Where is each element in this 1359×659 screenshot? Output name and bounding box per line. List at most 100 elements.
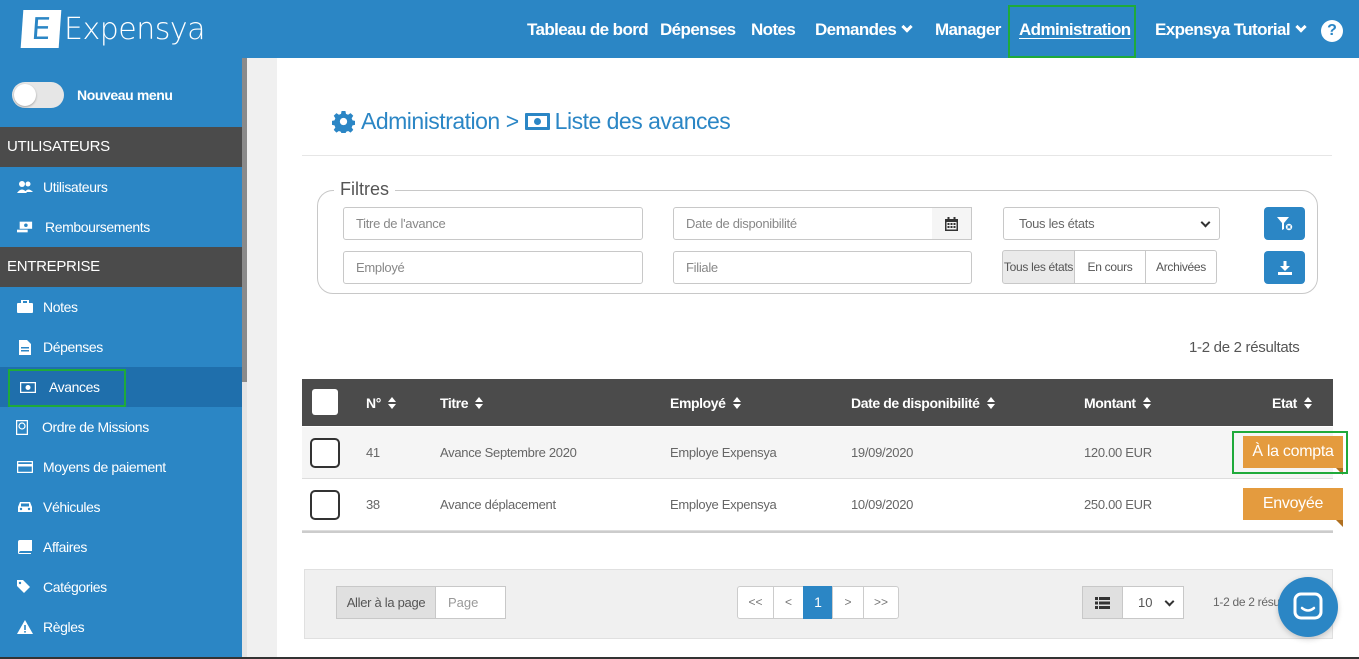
briefcase-icon — [17, 299, 33, 315]
table-row[interactable]: 41 Avance Septembre 2020 Employe Expensy… — [302, 427, 1333, 479]
column-header-date[interactable]: Date de disponibilité — [851, 395, 995, 411]
sidebar-item-label: Remboursements — [45, 219, 150, 235]
column-header-label: Etat — [1272, 395, 1297, 411]
list-icon — [1095, 596, 1110, 609]
sort-icon — [475, 397, 484, 409]
cell-montant: 120.00 EUR — [1084, 445, 1152, 460]
column-header-numero[interactable]: N° — [366, 395, 396, 411]
sidebar-item-remboursements[interactable]: Remboursements — [0, 207, 242, 247]
pagination-bar: Aller à la page Page << < 1 > >> 10 1-2 … — [304, 569, 1333, 639]
sort-icon — [1142, 397, 1151, 409]
export-button[interactable] — [1264, 251, 1305, 284]
cell-employe: Employe Expensya — [670, 497, 777, 512]
breadcrumb-separator: > — [505, 108, 519, 134]
row-checkbox[interactable] — [310, 438, 340, 468]
breadcrumb-current: Liste des avances — [554, 108, 731, 134]
nav-manager[interactable]: Manager — [935, 20, 1001, 40]
sidebar-item-label: Véhicules — [43, 499, 101, 515]
subsidiary-filter-input[interactable]: Filiale — [673, 251, 972, 284]
top-navbar: E Expensya Tableau de bord Dépenses Note… — [0, 0, 1359, 58]
reset-filter-button[interactable] — [1264, 207, 1305, 240]
chevron-down-icon — [1295, 21, 1307, 33]
credit-card-icon — [17, 459, 33, 475]
cell-date: 10/09/2020 — [851, 497, 914, 512]
pagination-count: 1-2 de 2 résu — [1213, 595, 1280, 609]
per-page-select[interactable]: 10 — [1122, 586, 1184, 619]
segment-en-cours[interactable]: En cours — [1074, 250, 1146, 284]
nav-notes[interactable]: Notes — [751, 20, 796, 40]
sidebar-item-utilisateurs[interactable]: Utilisateurs — [0, 167, 242, 207]
sidebar-item-vehicules[interactable]: Véhicules — [0, 487, 242, 527]
sidebar-item-label: Ordre de Missions — [42, 419, 149, 435]
filters-legend: Filtres — [334, 179, 395, 200]
page-1-button[interactable]: 1 — [803, 586, 833, 619]
title-filter-input[interactable]: Titre de l'avance — [343, 207, 643, 240]
segment-archivees[interactable]: Archivées — [1145, 250, 1217, 284]
date-filter-input[interactable]: Date de disponibilité — [673, 207, 933, 240]
book-icon — [17, 539, 33, 555]
sidebar-item-depenses[interactable]: Dépenses — [0, 327, 242, 367]
column-header-label: Titre — [440, 395, 469, 411]
table-row[interactable]: 38 Avance déplacement Employe Expensya 1… — [302, 479, 1333, 531]
segment-tous-les-etats[interactable]: Tous les états — [1002, 250, 1075, 284]
sidebar-item-label: Notes — [43, 299, 78, 315]
employee-filter-input[interactable]: Employé — [343, 251, 643, 284]
goto-page-label: Aller à la page — [336, 586, 436, 619]
sidebar-item-categories[interactable]: Catégories — [0, 567, 242, 607]
sidebar-item-label: Moyens de paiement — [43, 459, 166, 475]
column-header-montant[interactable]: Montant — [1084, 395, 1151, 411]
state-select[interactable]: Tous les états — [1003, 207, 1220, 240]
last-page-button[interactable]: >> — [863, 586, 899, 619]
nav-demandes[interactable]: Demandes — [815, 20, 913, 40]
calendar-icon — [945, 217, 958, 236]
list-view-button[interactable] — [1082, 586, 1123, 619]
chat-launcher-button[interactable] — [1278, 577, 1338, 637]
new-menu-label: Nouveau menu — [77, 87, 173, 103]
first-page-button[interactable]: << — [737, 586, 774, 619]
sidebar: Nouveau menu UTILISATEURS Utilisateurs R… — [0, 58, 242, 659]
chevron-down-icon — [901, 21, 913, 33]
logo-mark: E — [20, 10, 62, 48]
prev-page-button[interactable]: < — [773, 586, 804, 619]
sidebar-scrollbar[interactable] — [242, 58, 247, 382]
highlight-box — [8, 369, 126, 407]
new-menu-toggle[interactable] — [12, 82, 64, 108]
chevron-down-icon — [1164, 596, 1175, 607]
sidebar-item-regles[interactable]: Règles — [0, 607, 242, 647]
sidebar-item-moyens-de-paiement[interactable]: Moyens de paiement — [0, 447, 242, 487]
column-header-titre[interactable]: Titre — [440, 395, 484, 411]
nav-tableau-de-bord[interactable]: Tableau de bord — [527, 20, 649, 40]
car-icon — [17, 499, 33, 515]
state-select-value: Tous les états — [1019, 216, 1095, 231]
page-input[interactable]: Page — [435, 586, 506, 619]
cell-titre: Avance Septembre 2020 — [440, 445, 577, 460]
sidebar-item-ordre-de-missions[interactable]: Ordre de Missions — [0, 407, 242, 447]
expensya-logo[interactable]: E Expensya — [20, 10, 206, 48]
divider — [302, 531, 1333, 533]
cell-date: 19/09/2020 — [851, 445, 914, 460]
select-all-checkbox[interactable] — [312, 389, 338, 415]
sidebar-item-notes[interactable]: Notes — [0, 287, 242, 327]
refund-icon — [17, 219, 33, 235]
row-checkbox[interactable] — [310, 490, 340, 520]
breadcrumb-root[interactable]: Administration — [361, 108, 500, 135]
per-page-value: 10 — [1138, 595, 1153, 610]
nav-demandes-label: Demandes — [815, 20, 897, 39]
chat-icon — [1293, 592, 1323, 622]
section-header-utilisateurs: UTILISATEURS — [0, 127, 242, 167]
column-header-label: Employé — [670, 395, 726, 411]
warning-icon — [17, 619, 33, 635]
help-icon[interactable]: ? — [1321, 20, 1343, 42]
column-header-employe[interactable]: Employé — [670, 395, 741, 411]
page-title: Administration > Liste des avances — [332, 108, 731, 135]
nav-tutorial-label: Expensya Tutorial — [1155, 20, 1291, 39]
nav-expensya-tutorial[interactable]: Expensya Tutorial — [1155, 20, 1307, 40]
sidebar-item-affaires[interactable]: Affaires — [0, 527, 242, 567]
nav-depenses[interactable]: Dépenses — [660, 20, 736, 40]
sidebar-item-label: Utilisateurs — [43, 179, 108, 195]
next-page-button[interactable]: > — [832, 586, 864, 619]
passport-icon — [14, 419, 30, 435]
column-header-etat[interactable]: Etat — [1272, 395, 1312, 411]
calendar-button[interactable] — [932, 207, 972, 240]
column-header-label: N° — [366, 395, 381, 411]
